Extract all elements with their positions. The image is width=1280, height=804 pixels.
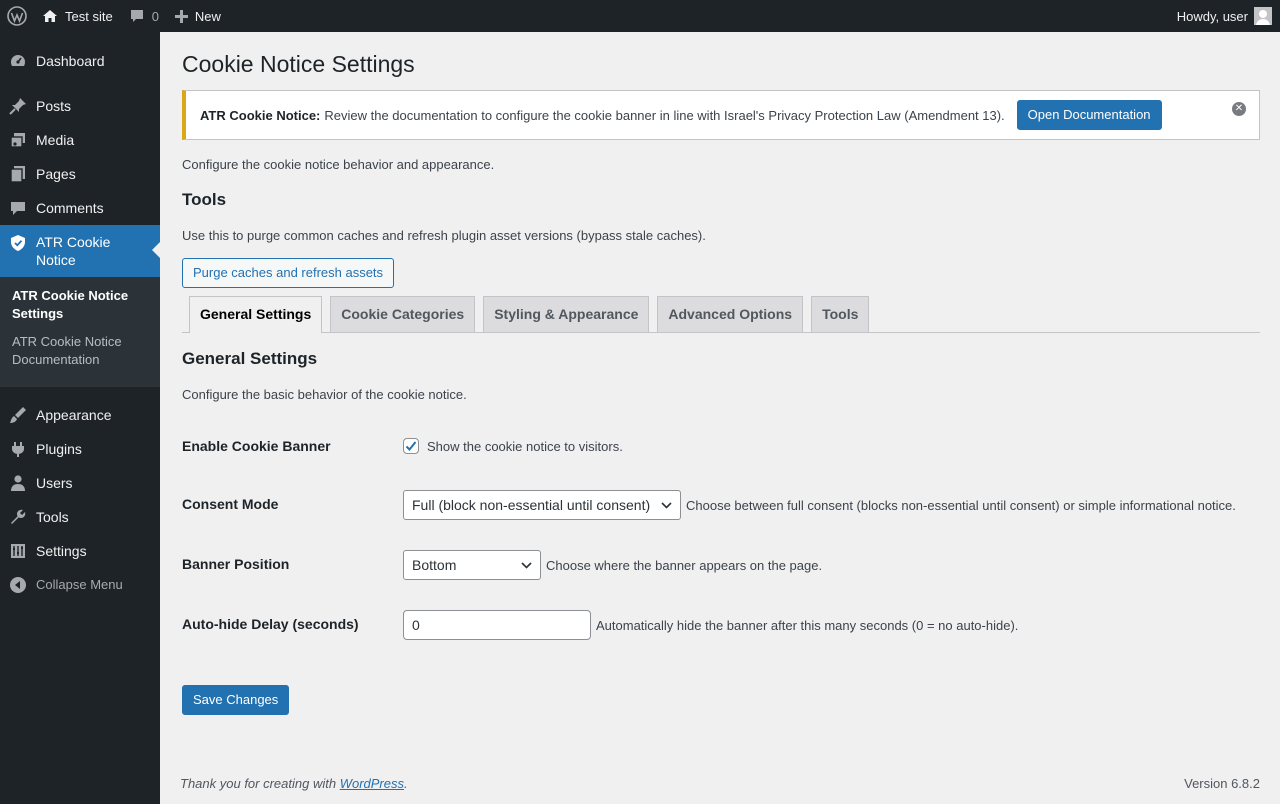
sidebar-item-label: Dashboard — [36, 53, 105, 69]
consent-mode-select[interactable]: Full (block non-essential until consent) — [403, 490, 681, 520]
wordpress-logo-icon[interactable] — [0, 0, 34, 32]
enable-banner-description: Show the cookie notice to visitors. — [427, 438, 623, 454]
consent-mode-description: Choose between full consent (blocks non-… — [686, 497, 1236, 513]
save-changes-button[interactable]: Save Changes — [182, 685, 290, 715]
comments-count: 0 — [151, 8, 159, 24]
tab-styling-appearance[interactable]: Styling & Appearance — [483, 296, 650, 332]
sidebar-item-label: Comments — [36, 200, 104, 216]
banner-position-label: Banner Position — [182, 556, 290, 572]
banner-position-description: Choose where the banner appears on the p… — [546, 557, 823, 573]
sidebar-item-label: Appearance — [36, 407, 112, 423]
banner-position-select[interactable]: Bottom — [403, 550, 541, 580]
admin-sidebar: Dashboard Posts Media Pages Comments ATR… — [0, 32, 160, 804]
shield-icon — [0, 233, 36, 252]
consent-mode-label: Consent Mode — [182, 496, 279, 512]
plus-icon — [174, 9, 188, 23]
collapse-menu-button[interactable]: Collapse Menu — [0, 568, 160, 602]
my-account-link[interactable]: Howdy, user — [1177, 0, 1280, 32]
sidebar-item-settings[interactable]: Settings — [0, 534, 160, 568]
sidebar-item-media[interactable]: Media — [0, 123, 160, 157]
tab-tools[interactable]: Tools — [811, 296, 870, 332]
comment-bubble-icon — [129, 8, 145, 24]
main-content: Cookie Notice Settings ATR Cookie Notice… — [160, 32, 1280, 804]
sidebar-item-label: Pages — [36, 166, 76, 182]
wrench-icon — [0, 508, 36, 526]
notice-strong: ATR Cookie Notice: — [200, 107, 321, 123]
comments-link[interactable]: 0 — [121, 0, 167, 32]
brush-icon — [0, 406, 36, 424]
pin-icon — [0, 97, 36, 115]
notice-text: Review the documentation to configure th… — [324, 107, 1005, 123]
tools-heading: Tools — [182, 190, 227, 209]
banner-position-value: Bottom — [412, 557, 457, 573]
plug-icon — [0, 440, 36, 458]
tab-general-settings[interactable]: General Settings — [189, 296, 323, 333]
submenu-item-settings[interactable]: ATR Cookie Notice Settings — [0, 285, 160, 325]
sidebar-item-label: ATR Cookie Notice — [36, 234, 111, 268]
sidebar-item-plugins[interactable]: Plugins — [0, 432, 160, 466]
admin-bar: Test site 0 New Howdy, user — [0, 0, 1280, 32]
wordpress-link[interactable]: WordPress — [340, 776, 404, 791]
sidebar-item-dashboard[interactable]: Dashboard — [0, 44, 160, 78]
tab-cookie-categories[interactable]: Cookie Categories — [330, 296, 476, 332]
sidebar-item-comments[interactable]: Comments — [0, 191, 160, 225]
purge-caches-button[interactable]: Purge caches and refresh assets — [182, 258, 395, 288]
collapse-arrow-icon — [0, 576, 36, 594]
checkmark-icon — [405, 441, 417, 451]
new-content-link[interactable]: New — [167, 0, 229, 32]
collapse-menu-label: Collapse Menu — [36, 577, 123, 592]
sidebar-item-appearance[interactable]: Appearance — [0, 398, 160, 432]
avatar — [1254, 7, 1272, 25]
settings-icon — [0, 542, 36, 560]
open-documentation-button[interactable]: Open Documentation — [1016, 100, 1162, 130]
submenu-item-documentation[interactable]: ATR Cookie Notice Documentation — [0, 331, 160, 371]
sidebar-item-tools[interactable]: Tools — [0, 500, 160, 534]
new-label: New — [194, 8, 221, 24]
tools-description: Use this to purge common caches and refr… — [182, 228, 706, 243]
sidebar-item-pages[interactable]: Pages — [0, 157, 160, 191]
footer-thanks-prefix: Thank you for creating with — [180, 776, 340, 791]
sidebar-item-users[interactable]: Users — [0, 466, 160, 500]
tab-advanced-options[interactable]: Advanced Options — [657, 296, 804, 332]
sidebar-item-label: Posts — [36, 98, 72, 114]
sidebar-item-label: Media — [36, 132, 75, 148]
settings-tabs: General Settings Cookie Categories Styli… — [182, 296, 1260, 333]
dashboard-icon — [0, 52, 36, 70]
documentation-notice: ATR Cookie Notice: Review the documentat… — [182, 90, 1260, 140]
section-heading: General Settings — [182, 349, 318, 368]
sidebar-item-label: Users — [36, 475, 73, 491]
footer-thanks-suffix: . — [404, 776, 408, 791]
sidebar-item-posts[interactable]: Posts — [0, 89, 160, 123]
sidebar-submenu: ATR Cookie Notice Settings ATR Cookie No… — [0, 277, 160, 387]
consent-mode-value: Full (block non-essential until consent) — [412, 497, 651, 513]
media-icon — [0, 131, 36, 149]
dismiss-notice-icon[interactable]: ✕ — [1232, 102, 1246, 116]
page-title: Cookie Notice Settings — [182, 51, 415, 77]
autohide-delay-description: Automatically hide the banner after this… — [596, 617, 1019, 633]
home-icon — [42, 8, 58, 24]
page-intro: Configure the cookie notice behavior and… — [182, 157, 495, 172]
autohide-delay-label: Auto-hide Delay (seconds) — [182, 616, 359, 632]
sidebar-item-label: Tools — [36, 509, 69, 525]
footer-version: Version 6.8.2 — [1184, 776, 1260, 791]
user-icon — [0, 474, 36, 492]
chevron-down-icon — [521, 561, 532, 569]
pages-icon — [0, 165, 36, 183]
chevron-down-icon — [661, 501, 672, 509]
howdy-text: Howdy, user — [1176, 8, 1248, 24]
autohide-delay-input[interactable]: 0 — [403, 610, 591, 640]
section-description: Configure the basic behavior of the cook… — [182, 387, 467, 402]
site-name-link[interactable]: Test site — [34, 0, 121, 32]
sidebar-item-label: Plugins — [36, 441, 82, 457]
comment-icon — [0, 199, 36, 217]
enable-banner-checkbox[interactable] — [403, 438, 419, 454]
footer-thanks: Thank you for creating with WordPress. — [180, 776, 408, 791]
sidebar-item-atr-cookie-notice[interactable]: ATR Cookie Notice — [0, 225, 160, 277]
site-name: Test site — [65, 8, 113, 24]
sidebar-item-label: Settings — [36, 543, 87, 559]
enable-banner-label: Enable Cookie Banner — [182, 438, 331, 454]
